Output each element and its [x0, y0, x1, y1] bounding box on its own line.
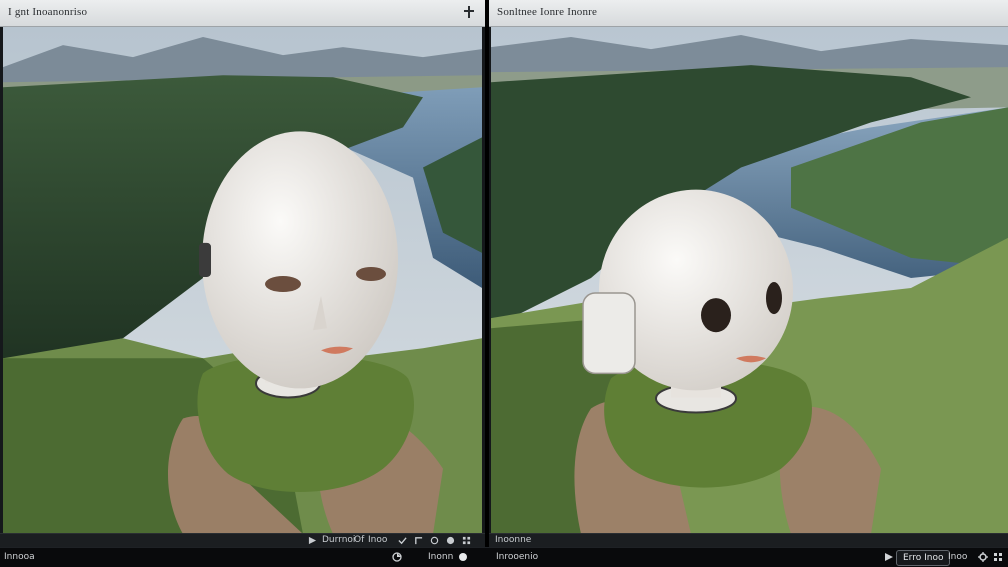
bottom-right-left-text: Inrooenio [496, 552, 539, 562]
circle-icon[interactable] [446, 536, 455, 545]
right-status-strip: Inoonne [489, 533, 1008, 548]
corner-icon[interactable] [414, 536, 423, 545]
right-pane-title: Sonltnee Ionre Inonre [497, 6, 598, 18]
left-image-viewport[interactable] [3, 27, 482, 534]
arrow-icon[interactable] [308, 536, 317, 545]
right-status-label-a: Inoonne [495, 535, 532, 545]
pin-icon[interactable] [461, 4, 477, 20]
arrow-icon[interactable] [884, 552, 894, 562]
bottom-far-right-text: Inoo [948, 552, 968, 562]
check-icon[interactable] [398, 536, 407, 545]
gear-icon[interactable] [978, 552, 988, 562]
left-title-bar: I gnt Inoanonriso [0, 0, 485, 27]
right-viewer-pane: Sonltnee Ionre Inonre Inoonne [489, 0, 1008, 548]
rotate-icon[interactable] [430, 536, 439, 545]
bottom-mid-left-text: Inonn [428, 552, 454, 562]
grid-icon[interactable] [993, 552, 1003, 562]
bottom-action-button[interactable]: Erro Inoo [896, 550, 951, 566]
left-status-label-c: Inoo [368, 535, 388, 545]
right-title-bar: Sonltnee Ionre Inonre [489, 0, 1008, 27]
record-icon[interactable] [458, 552, 468, 562]
left-status-strip: Durrnoi Of Inoo [0, 533, 485, 548]
bottom-toolbar: Innooa Inonn Inrooenio Erro Inoo Inoo [0, 547, 1008, 567]
left-scene-image [3, 27, 482, 534]
left-pane-title: I gnt Inoanonriso [8, 6, 88, 18]
circle-icon[interactable] [392, 552, 402, 562]
left-status-label-b: Of [354, 535, 365, 545]
bottom-left-text: Innooa [4, 552, 35, 562]
right-image-viewport[interactable] [491, 27, 1008, 534]
grid-icon[interactable] [462, 536, 471, 545]
left-viewer-pane: I gnt Inoanonriso Durrnoi Of Inoo [0, 0, 485, 548]
right-scene-image [491, 27, 1008, 534]
left-status-label-a: Durrnoi [322, 535, 356, 545]
